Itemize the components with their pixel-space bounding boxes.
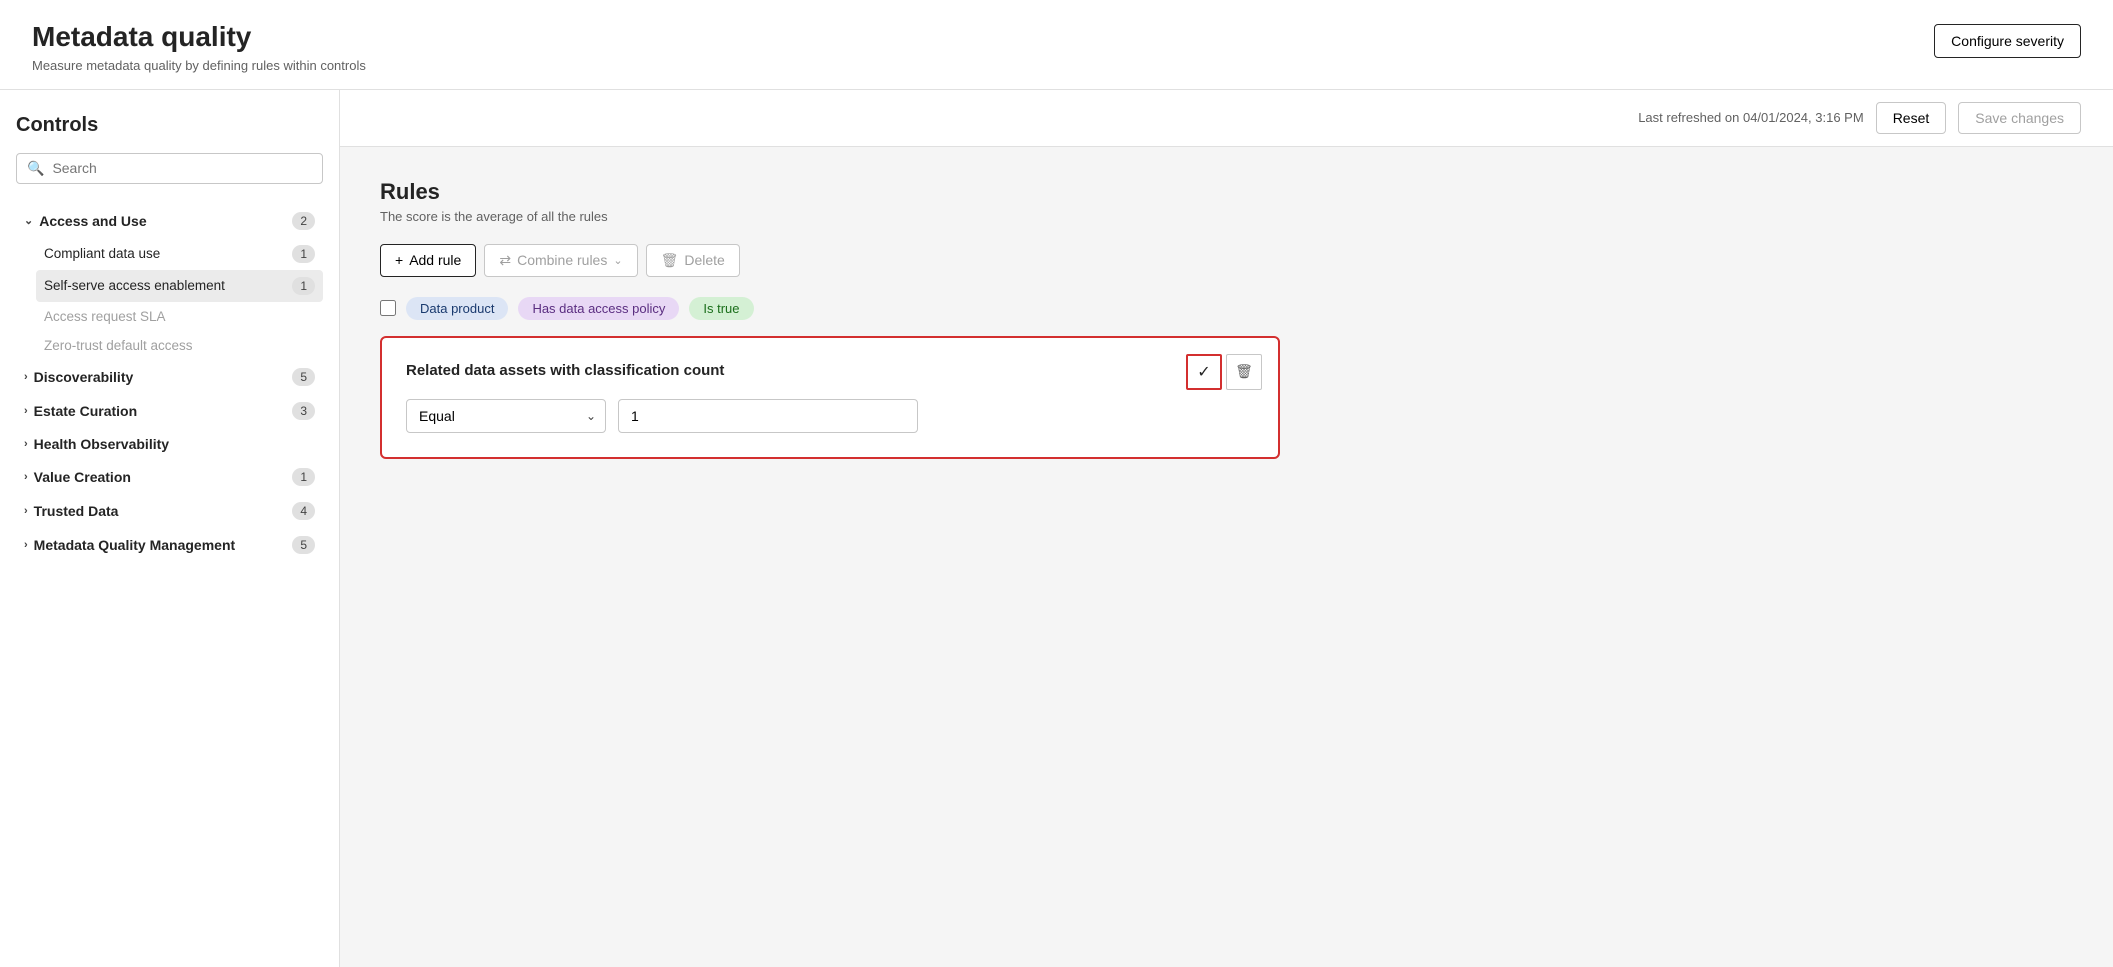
configure-severity-button[interactable]: Configure severity [1934, 24, 2081, 58]
rules-title: Rules [380, 179, 2073, 205]
nav-badge-trusted-data: 4 [292, 502, 315, 520]
check-icon: ✓ [1197, 362, 1210, 382]
nav-label-compliant-data-use: Compliant data use [44, 246, 160, 261]
nav-label-metadata-quality-mgmt: Metadata Quality Management [34, 537, 236, 553]
sidebar: Controls 🔍 ⌄ Access and Use 2 [0, 90, 340, 967]
page-header: Metadata quality Measure metadata qualit… [0, 0, 2113, 90]
nav-label-access-request-sla: Access request SLA [44, 309, 166, 324]
rule-inputs: Equal Not equal Greater than Less than G… [406, 399, 1254, 433]
nav-children-access-and-use: Compliant data use 1 Self-serve access e… [16, 238, 323, 360]
operator-select-wrapper[interactable]: Equal Not equal Greater than Less than G… [406, 399, 606, 433]
sidebar-item-value-creation[interactable]: › Value Creation 1 [16, 460, 323, 494]
nav-badge-metadata-quality-mgmt: 5 [292, 536, 315, 554]
rule-card-actions: ✓ 🗑 [1186, 354, 1262, 390]
header-left: Metadata quality Measure metadata qualit… [32, 20, 366, 73]
nav-section-access-and-use: ⌄ Access and Use 2 Compliant data use 1 … [16, 204, 323, 562]
chevron-right-icon-trusted: › [24, 505, 28, 517]
nav-label-zero-trust: Zero-trust default access [44, 338, 193, 353]
chevron-down-icon-combine: ⌄ [613, 254, 622, 267]
operator-select[interactable]: Equal Not equal Greater than Less than G… [406, 399, 606, 433]
chevron-down-icon: ⌄ [24, 214, 33, 227]
rule-checkbox[interactable] [380, 300, 396, 316]
delete-button[interactable]: 🗑 Delete [646, 244, 740, 277]
sidebar-item-health-observability[interactable]: › Health Observability [16, 428, 323, 460]
rules-actions: + Add rule ⇄ Combine rules ⌄ 🗑 Delete [380, 244, 2073, 277]
combine-rules-button[interactable]: ⇄ Combine rules ⌄ [484, 244, 637, 277]
add-rule-label: Add rule [409, 252, 461, 268]
nav-badge-self-serve: 1 [292, 277, 315, 295]
sidebar-item-estate-curation[interactable]: › Estate Curation 3 [16, 394, 323, 428]
rules-container: Rules The score is the average of all th… [340, 147, 2113, 967]
rule-card: Related data assets with classification … [380, 336, 1280, 459]
main-toolbar: Last refreshed on 04/01/2024, 3:16 PM Re… [340, 90, 2113, 147]
main-content: Last refreshed on 04/01/2024, 3:16 PM Re… [340, 90, 2113, 967]
nav-badge-discoverability: 5 [292, 368, 315, 386]
nav-label-access-and-use: Access and Use [39, 213, 146, 229]
nav-badge-estate-curation: 3 [292, 402, 315, 420]
nav-label-value-creation: Value Creation [34, 469, 131, 485]
nav-label-self-serve: Self-serve access enablement [44, 278, 225, 293]
chevron-right-icon-estate: › [24, 405, 28, 417]
chevron-right-icon-health: › [24, 438, 28, 450]
chevron-right-icon-discoverability: › [24, 371, 28, 383]
save-changes-button[interactable]: Save changes [1958, 102, 2081, 134]
nav-label-discoverability: Discoverability [34, 369, 134, 385]
controls-title: Controls [16, 114, 323, 137]
plus-icon: + [395, 252, 403, 268]
tag-is-true: Is true [689, 297, 753, 320]
search-icon: 🔍 [27, 160, 44, 177]
combine-rules-label: Combine rules [517, 252, 607, 268]
search-input[interactable] [52, 160, 312, 176]
nav-badge-access-and-use: 2 [292, 212, 315, 230]
trash-icon: 🗑 [661, 252, 679, 269]
delete-label: Delete [684, 252, 724, 268]
sidebar-item-self-serve-access[interactable]: Self-serve access enablement 1 [36, 270, 323, 302]
trash-icon-card: 🗑 [1235, 363, 1253, 380]
nav-label-estate-curation: Estate Curation [34, 403, 137, 419]
rule-card-title: Related data assets with classification … [406, 362, 1254, 379]
nav-label-trusted-data: Trusted Data [34, 503, 119, 519]
sidebar-item-access-and-use[interactable]: ⌄ Access and Use 2 [16, 204, 323, 238]
last-refreshed-label: Last refreshed on 04/01/2024, 3:16 PM [1638, 110, 1864, 125]
sidebar-item-metadata-quality-mgmt[interactable]: › Metadata Quality Management 5 [16, 528, 323, 562]
sidebar-item-access-request-sla[interactable]: Access request SLA [36, 302, 323, 331]
page-title: Metadata quality [32, 20, 366, 54]
reset-button[interactable]: Reset [1876, 102, 1947, 134]
nav-badge-value-creation: 1 [292, 468, 315, 486]
search-box[interactable]: 🔍 [16, 153, 323, 184]
rule-number-input[interactable] [618, 399, 918, 433]
page-subtitle: Measure metadata quality by defining rul… [32, 58, 366, 73]
nav-label-health-observability: Health Observability [34, 436, 169, 452]
rule-card-confirm-button[interactable]: ✓ [1186, 354, 1222, 390]
sidebar-item-discoverability[interactable]: › Discoverability 5 [16, 360, 323, 394]
nav-badge-compliant-data-use: 1 [292, 245, 315, 263]
rules-subtitle: The score is the average of all the rule… [380, 209, 2073, 224]
rule-card-delete-button[interactable]: 🗑 [1226, 354, 1262, 390]
rule-row: Data product Has data access policy Is t… [380, 297, 2073, 320]
add-rule-button[interactable]: + Add rule [380, 244, 476, 277]
sidebar-item-trusted-data[interactable]: › Trusted Data 4 [16, 494, 323, 528]
chevron-right-icon-value: › [24, 471, 28, 483]
combine-icon: ⇄ [499, 252, 511, 269]
sidebar-item-compliant-data-use[interactable]: Compliant data use 1 [36, 238, 323, 270]
sidebar-item-zero-trust[interactable]: Zero-trust default access [36, 331, 323, 360]
tag-data-product: Data product [406, 297, 508, 320]
chevron-right-icon-metadata: › [24, 539, 28, 551]
tag-has-data-access-policy: Has data access policy [518, 297, 679, 320]
